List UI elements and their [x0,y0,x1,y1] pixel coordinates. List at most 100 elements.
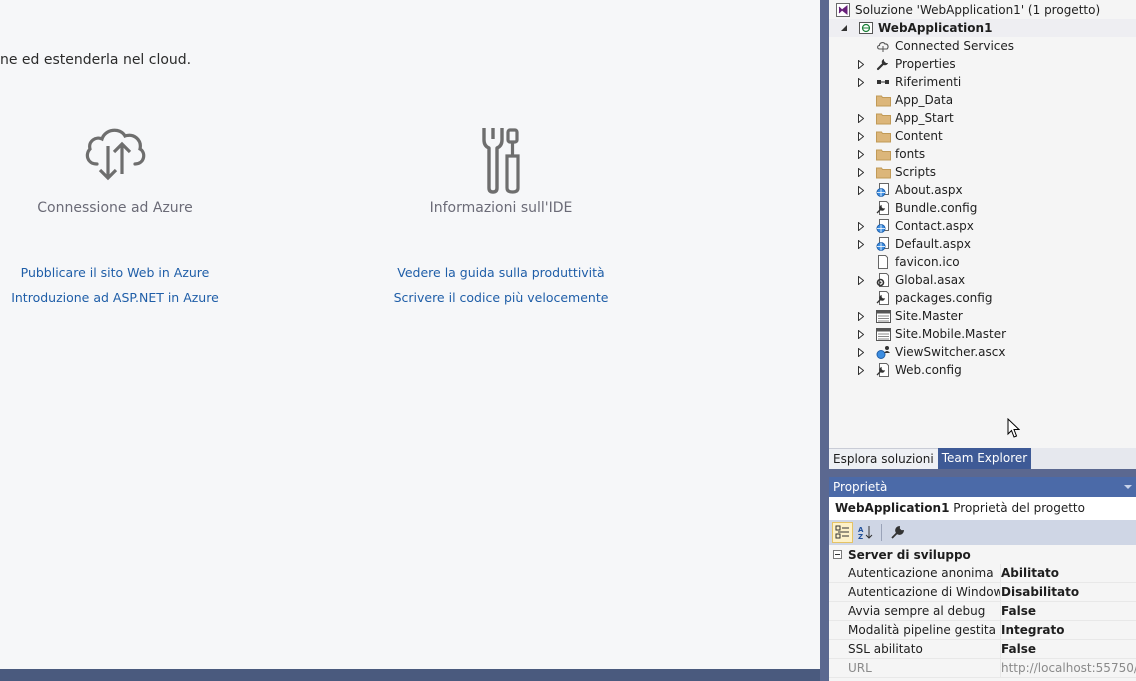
collapse-triangle-icon[interactable] [839,23,849,33]
property-value[interactable]: Integrato [1000,621,1136,639]
expand-triangle-icon[interactable] [856,311,866,321]
folder-icon [875,146,891,162]
tree-item[interactable]: Global.asax [829,271,1136,289]
visual-studio-solution-icon [835,2,851,18]
tree-solution-row[interactable]: Soluzione 'WebApplication1' (1 progetto) [829,1,1136,19]
properties-title: Proprietà [833,480,888,494]
property-value[interactable]: False [1000,640,1136,658]
tree-item[interactable]: Site.Mobile.Master [829,325,1136,343]
tree-item[interactable]: Connected Services [829,37,1136,55]
web-page-icon [875,236,891,252]
tree-item-label: Site.Mobile.Master [895,327,1007,341]
property-row[interactable]: Avvia sempre al debug False [829,602,1136,621]
alphabetical-view-button[interactable]: A Z [855,522,876,543]
tools-icon [351,124,651,196]
config-file-icon [875,200,891,216]
category-row[interactable]: Server di sviluppo [829,545,1136,564]
web-project-icon [858,20,874,36]
tab-solution-explorer[interactable]: Esplora soluzioni [829,448,938,469]
tree-item[interactable]: About.aspx [829,181,1136,199]
tree-item-label: Web.config [895,363,962,377]
tree-item[interactable]: Content [829,127,1136,145]
property-pages-button[interactable] [887,522,908,543]
properties-panel: Proprietà WebApplication1 Proprietà del … [829,477,1136,681]
expand-triangle-icon[interactable] [856,239,866,249]
tree-item-label: Default.aspx [895,237,971,251]
panel-splitter[interactable] [820,0,829,681]
references-icon [875,74,891,90]
tree-item-label: App_Start [895,111,954,125]
categorized-icon [835,525,849,539]
property-row[interactable]: Autenticazione di Windows Disabilitato [829,583,1136,602]
web-page-icon [875,218,891,234]
tree-item[interactable]: Properties [829,55,1136,73]
connected-services-icon [875,38,891,54]
tree-item[interactable]: App_Data [829,91,1136,109]
sort-az-icon: A Z [858,526,873,540]
folder-icon [875,164,891,180]
tab-team-explorer[interactable]: Team Explorer [937,448,1032,469]
link-write-code-faster[interactable]: Scrivere il codice più velocemente [351,285,651,310]
tree-item[interactable]: Contact.aspx [829,217,1136,235]
tree-item[interactable]: Site.Master [829,307,1136,325]
tree-item[interactable]: Bundle.config [829,199,1136,217]
category-label: Server di sviluppo [848,547,971,562]
link-intro-aspnet-azure[interactable]: Introduzione ad ASP.NET in Azure [0,285,265,310]
property-name: Modalità pipeline gestita [848,623,996,637]
tree-item-label: Bundle.config [895,201,978,215]
tree-item[interactable]: Scripts [829,163,1136,181]
dropdown-arrow-icon[interactable] [1124,485,1132,489]
expand-triangle-icon[interactable] [856,113,866,123]
tree-item[interactable]: App_Start [829,109,1136,127]
expand-triangle-icon[interactable] [856,185,866,195]
property-value[interactable]: Abilitato [1000,564,1136,582]
property-row[interactable]: Modalità pipeline gestita Integrato [829,621,1136,640]
properties-object-selector[interactable]: WebApplication1 Proprietà del progetto [829,497,1136,520]
expand-triangle-icon[interactable] [856,77,866,87]
property-row[interactable]: URL http://localhost:55750/ [829,659,1136,678]
status-bar [0,669,820,681]
categorized-view-button[interactable] [832,522,853,543]
property-value[interactable]: False [1000,602,1136,620]
link-publish-azure[interactable]: Pubblicare il sito Web in Azure [0,260,265,285]
user-control-icon [875,344,891,360]
config-file-icon [875,362,891,378]
tree-item-label: Contact.aspx [895,219,974,233]
property-name: SSL abilitato [848,642,923,656]
tree-project-row[interactable]: WebApplication1 [829,19,1136,37]
link-productivity-guide[interactable]: Vedere la guida sulla produttività [351,260,651,285]
tree-item-label: Properties [895,57,956,71]
collapse-minus-icon[interactable] [833,550,842,559]
intro-text: ne ed estenderla nel cloud. [0,52,192,68]
folder-icon [875,92,891,108]
solution-label: Soluzione 'WebApplication1' (1 progetto) [855,3,1101,17]
tree-item[interactable]: packages.config [829,289,1136,307]
tree-item-label: Site.Master [895,309,963,323]
expand-triangle-icon[interactable] [856,167,866,177]
expand-triangle-icon[interactable] [856,275,866,285]
tree-item[interactable]: Web.config [829,361,1136,379]
expand-triangle-icon[interactable] [856,59,866,69]
image-file-icon [875,254,891,270]
expand-triangle-icon[interactable] [856,347,866,357]
tree-item[interactable]: Riferimenti [829,73,1136,91]
property-value[interactable]: Disabilitato [1000,583,1136,601]
expand-triangle-icon[interactable] [856,221,866,231]
expand-triangle-icon[interactable] [856,149,866,159]
property-name: Avvia sempre al debug [848,604,986,618]
expand-triangle-icon[interactable] [856,131,866,141]
tree-item[interactable]: Default.aspx [829,235,1136,253]
expand-triangle-icon[interactable] [856,365,866,375]
tree-item-label: fonts [895,147,926,161]
mouse-cursor-icon [1007,417,1021,443]
property-row[interactable]: SSL abilitato False [829,640,1136,659]
property-row[interactable]: Autenticazione anonima Abilitato [829,564,1136,583]
tree-item[interactable]: ViewSwitcher.ascx [829,343,1136,361]
tree-item-label: Connected Services [895,39,1015,53]
expand-triangle-icon[interactable] [856,329,866,339]
master-page-icon [875,326,891,342]
properties-header: Proprietà [829,477,1136,497]
panel-splitter-horizontal[interactable] [829,469,1136,477]
tree-item[interactable]: favicon.ico [829,253,1136,271]
tree-item[interactable]: fonts [829,145,1136,163]
